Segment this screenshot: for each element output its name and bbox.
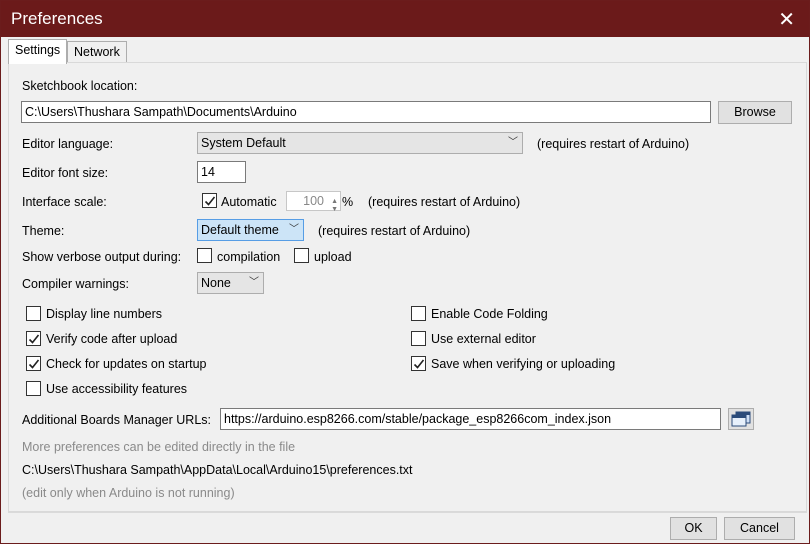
checkmark-icon bbox=[28, 334, 40, 344]
ok-button[interactable]: OK bbox=[670, 517, 717, 540]
interface-scale-spinner[interactable]: 100 ▲ ▼ bbox=[286, 191, 341, 213]
title-bar: Preferences ✕ bbox=[1, 1, 809, 37]
option-label: Use external editor bbox=[431, 332, 536, 346]
boards-url-edit-button[interactable] bbox=[728, 408, 754, 430]
option-checkbox[interactable] bbox=[26, 356, 41, 371]
tab-strip: Settings Network bbox=[1, 37, 809, 64]
option-label: Verify code after upload bbox=[46, 332, 178, 346]
compiler-warnings-label: Compiler warnings: bbox=[22, 277, 129, 291]
compiler-warnings-select[interactable]: None ﹀ bbox=[197, 272, 264, 294]
verbose-upload-label: upload bbox=[314, 250, 352, 264]
sketchbook-label: Sketchbook location: bbox=[22, 79, 138, 93]
sketchbook-path-input[interactable]: C:\Users\Thushara Sampath\Documents\Ardu… bbox=[21, 101, 711, 123]
interface-scale-label: Interface scale: bbox=[22, 195, 107, 209]
chevron-down-icon: ﹀ bbox=[508, 137, 518, 148]
window-list-icon bbox=[731, 411, 751, 427]
preferences-path[interactable]: C:\Users\Thushara Sampath\AppData\Local\… bbox=[22, 463, 413, 477]
cancel-button[interactable]: Cancel bbox=[724, 517, 795, 540]
close-icon[interactable]: ✕ bbox=[778, 7, 795, 32]
compiler-warnings-value: None bbox=[201, 276, 231, 290]
option-checkbox[interactable] bbox=[411, 331, 426, 346]
font-size-input[interactable]: 14 bbox=[197, 161, 246, 183]
verbose-compilation-checkbox[interactable] bbox=[197, 248, 212, 263]
theme-select[interactable]: Default theme ﹀ bbox=[197, 219, 304, 241]
option-label: Display line numbers bbox=[46, 307, 163, 321]
boards-url-label: Additional Boards Manager URLs: bbox=[22, 413, 211, 427]
option-label: Save when verifying or uploading bbox=[431, 357, 616, 371]
checkmark-icon bbox=[28, 359, 40, 369]
tab-settings[interactable]: Settings bbox=[8, 39, 68, 64]
automatic-scale-label: Automatic bbox=[221, 195, 277, 209]
window-title: Preferences bbox=[11, 9, 103, 28]
verbose-compilation-label: compilation bbox=[217, 250, 281, 264]
footer-divider bbox=[8, 512, 807, 513]
boards-url-input[interactable]: https://arduino.esp8266.com/stable/packa… bbox=[220, 408, 721, 430]
more-preferences-note: More preferences can be edited directly … bbox=[22, 440, 296, 454]
browse-button[interactable]: Browse bbox=[718, 101, 792, 124]
option-checkbox[interactable] bbox=[411, 306, 426, 321]
verbose-label: Show verbose output during: bbox=[22, 250, 182, 264]
editor-language-value: System Default bbox=[201, 136, 286, 150]
interface-scale-value: 100 bbox=[303, 194, 324, 208]
option-label: Use accessibility features bbox=[46, 382, 188, 396]
option-checkbox[interactable] bbox=[26, 331, 41, 346]
checkmark-icon bbox=[204, 196, 216, 206]
editor-language-label: Editor language: bbox=[22, 137, 114, 151]
edit-note: (edit only when Arduino is not running) bbox=[22, 486, 235, 500]
option-checkbox[interactable] bbox=[411, 356, 426, 371]
verbose-upload-checkbox[interactable] bbox=[294, 248, 309, 263]
option-label: Check for updates on startup bbox=[46, 357, 207, 371]
spin-down-icon[interactable]: ▼ bbox=[331, 201, 338, 219]
interface-scale-unit: % bbox=[342, 195, 354, 209]
theme-value: Default theme bbox=[201, 223, 279, 237]
chevron-down-icon: ﹀ bbox=[249, 277, 259, 288]
editor-language-note: (requires restart of Arduino) bbox=[537, 137, 690, 151]
tab-network[interactable]: Network bbox=[67, 41, 127, 64]
theme-note: (requires restart of Arduino) bbox=[318, 224, 471, 238]
option-label: Enable Code Folding bbox=[431, 307, 548, 321]
font-size-label: Editor font size: bbox=[22, 166, 109, 180]
editor-language-select[interactable]: System Default ﹀ bbox=[197, 132, 523, 154]
theme-label: Theme: bbox=[22, 224, 65, 238]
checkmark-icon bbox=[413, 359, 425, 369]
interface-scale-note: (requires restart of Arduino) bbox=[368, 195, 521, 209]
option-checkbox[interactable] bbox=[26, 381, 41, 396]
preferences-window: Preferences ✕ Settings Network Sketchboo… bbox=[0, 0, 810, 544]
option-checkbox[interactable] bbox=[26, 306, 41, 321]
chevron-down-icon: ﹀ bbox=[289, 224, 299, 235]
automatic-scale-checkbox[interactable] bbox=[202, 193, 217, 208]
